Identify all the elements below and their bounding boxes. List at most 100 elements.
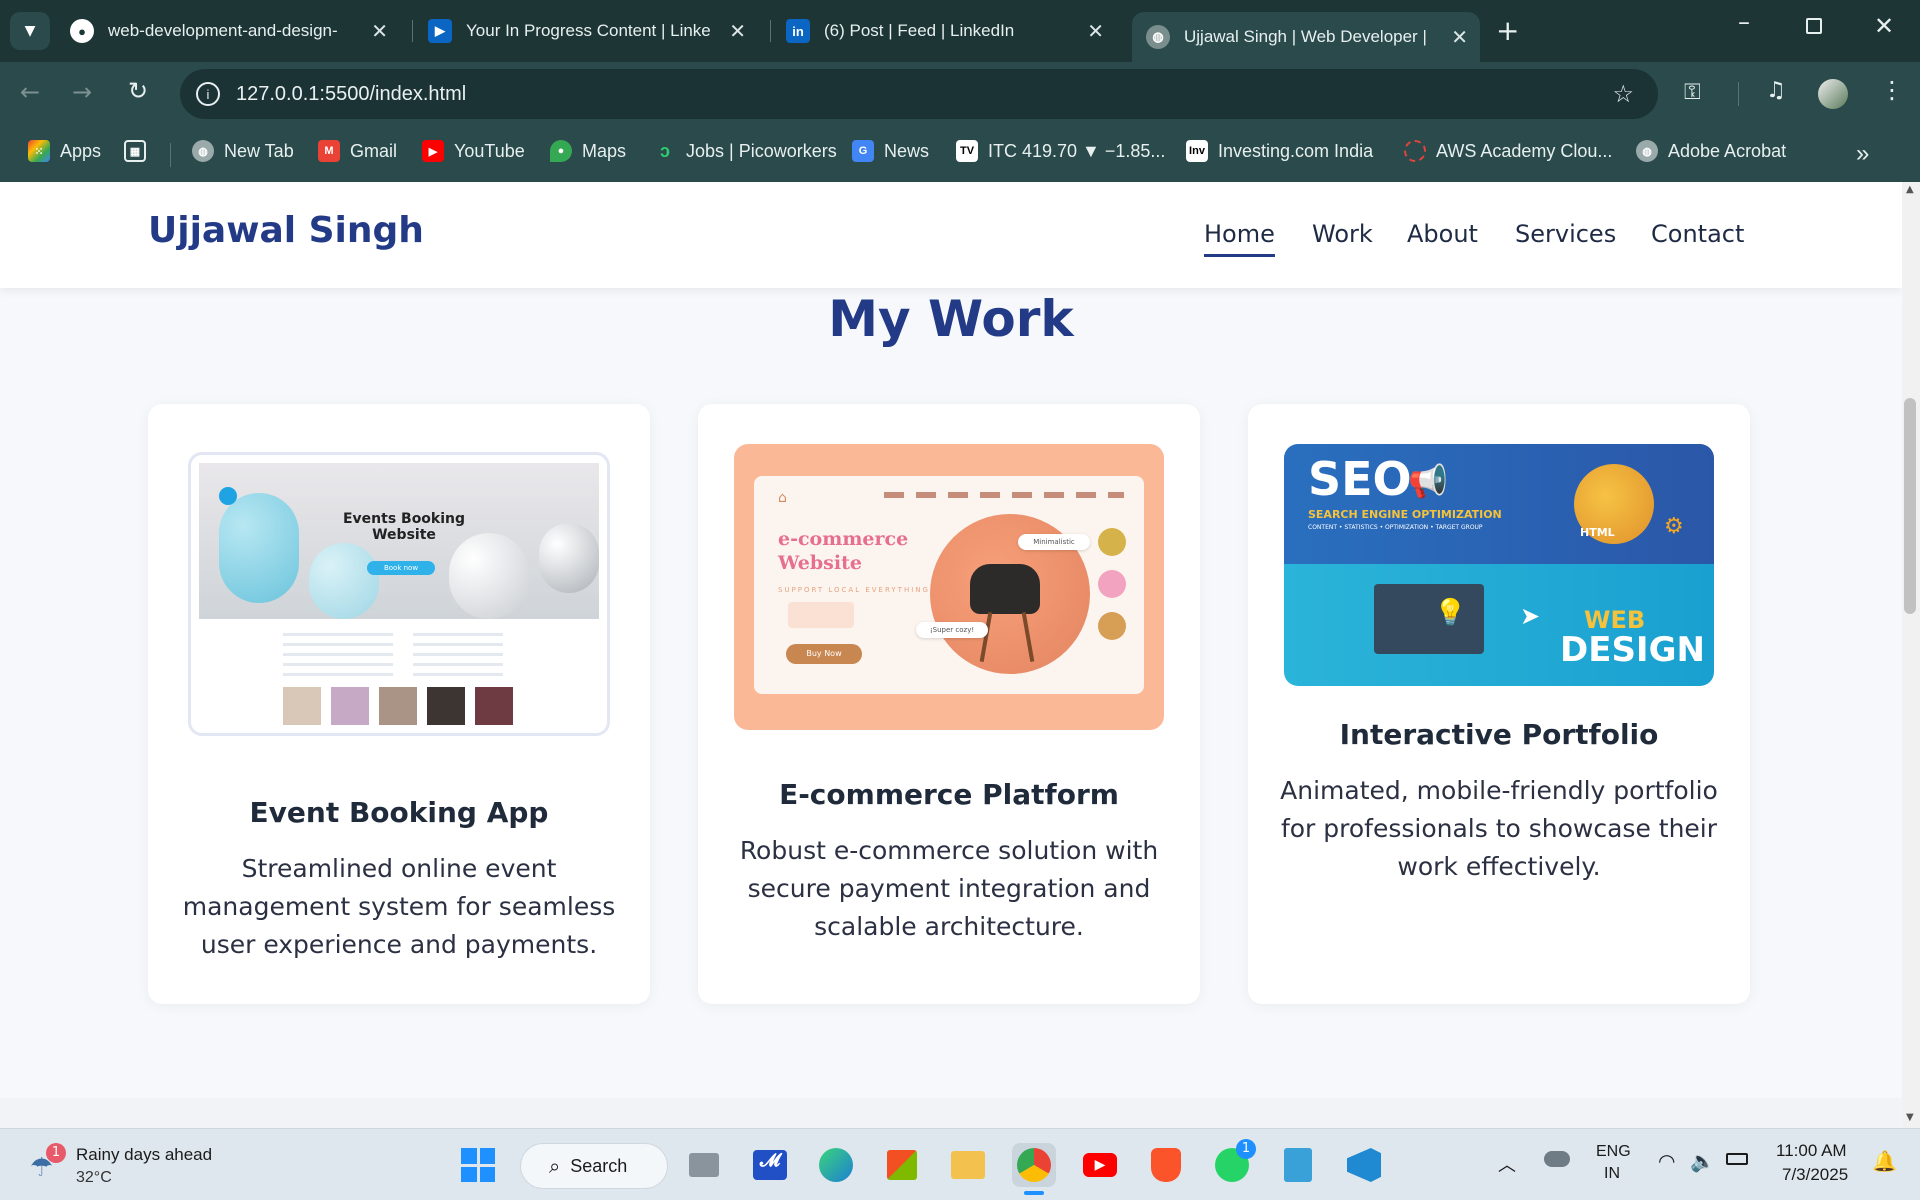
- scroll-up-arrow[interactable]: ▲: [1906, 184, 1914, 195]
- weather-widget[interactable]: ☂ 1 Rainy days ahead 32°C: [24, 1141, 244, 1191]
- onedrive-icon[interactable]: [1544, 1151, 1570, 1167]
- page-viewport: Ujjawal Singh Home Work About Services C…: [0, 182, 1902, 1128]
- app-icon-blue[interactable]: 𝓜: [748, 1143, 792, 1187]
- bookmark-youtube[interactable]: ▶ YouTube: [422, 140, 525, 162]
- notepad-icon[interactable]: [1276, 1143, 1320, 1187]
- bookmark-label: Adobe Acrobat: [1668, 140, 1787, 161]
- reload-button[interactable]: ↻: [128, 77, 148, 105]
- product-swatch: [1098, 570, 1126, 598]
- language-region[interactable]: IN: [1604, 1165, 1620, 1183]
- page-scrollbar[interactable]: ▲ ▼: [1902, 182, 1920, 1128]
- tab-search-button[interactable]: ▼: [10, 12, 50, 50]
- project-card-ecommerce[interactable]: ⌂ e-commerce Website SUPPORT LOCAL EVERY…: [698, 404, 1200, 1004]
- store-icon[interactable]: [880, 1143, 924, 1187]
- bookmark-aws[interactable]: AWS Academy Clou...: [1404, 140, 1612, 162]
- project-description: Animated, mobile-friendly portfolio for …: [1280, 776, 1718, 881]
- nav-work[interactable]: Work: [1312, 220, 1373, 248]
- restore-button[interactable]: [1806, 18, 1822, 34]
- tab-github[interactable]: ● web-development-and-design- ✕: [70, 12, 400, 50]
- profile-avatar[interactable]: [1818, 79, 1848, 109]
- bookmark-label: New Tab: [224, 140, 294, 161]
- close-window-button[interactable]: ✕: [1874, 12, 1894, 40]
- html-label: HTML: [1580, 526, 1615, 539]
- nav-home[interactable]: Home: [1204, 220, 1275, 257]
- language-indicator[interactable]: ENG: [1596, 1143, 1631, 1161]
- notification-bell-icon[interactable]: 🔔: [1872, 1149, 1897, 1173]
- bookmark-apps[interactable]: ⁙ Apps: [28, 140, 101, 162]
- site-info-icon[interactable]: i: [196, 82, 220, 106]
- bookmark-news[interactable]: G News: [852, 140, 929, 162]
- bookmark-maps[interactable]: ● Maps: [550, 140, 626, 162]
- tab-strip: ▼ ● web-development-and-design- ✕ ▶ Your…: [0, 0, 1920, 62]
- tab-title: Ujjawal Singh | Web Developer |: [1184, 27, 1427, 46]
- bookmark-divider: [170, 143, 171, 167]
- start-button[interactable]: [456, 1143, 500, 1187]
- chrome-icon[interactable]: [1012, 1143, 1056, 1187]
- volume-icon[interactable]: 🔈: [1690, 1149, 1715, 1173]
- taskbar-search[interactable]: ⌕ Search: [520, 1143, 668, 1189]
- youtube-icon[interactable]: ▶: [1078, 1143, 1122, 1187]
- clock-date[interactable]: 7/3/2025: [1782, 1165, 1848, 1185]
- section-title: My Work: [828, 290, 1074, 348]
- vscode-icon[interactable]: [1342, 1143, 1386, 1187]
- cursor-icon: ➤: [1520, 602, 1541, 630]
- bookmark-adobe[interactable]: ◍ Adobe Acrobat: [1636, 140, 1786, 162]
- nav-contact[interactable]: Contact: [1651, 220, 1744, 248]
- event-hero-image: Events Booking Website Book now: [199, 463, 599, 619]
- brave-icon[interactable]: [1144, 1143, 1188, 1187]
- nav-about[interactable]: About: [1407, 220, 1478, 248]
- bookmark-picoworkers[interactable]: ↄ Jobs | Picoworkers: [654, 140, 837, 162]
- bookmark-star-icon[interactable]: ☆: [1612, 80, 1634, 109]
- bookmark-label: News: [884, 140, 930, 161]
- wifi-icon[interactable]: ◠: [1658, 1149, 1675, 1173]
- tab-portfolio[interactable]: ◍ Ujjawal Singh | Web Developer | ✕: [1132, 12, 1480, 62]
- minimize-button[interactable]: –: [1738, 8, 1750, 36]
- menu-icon[interactable]: ⋮: [1880, 76, 1904, 104]
- close-icon[interactable]: ✕: [371, 19, 388, 44]
- chevron-up-icon[interactable]: ︿: [1498, 1151, 1516, 1177]
- bookmarks-bar: ⁙ Apps ▦ ◍ New Tab M Gmail ▶ YouTube ● M…: [0, 126, 1920, 182]
- bookmark-gmail[interactable]: M Gmail: [318, 140, 397, 162]
- site-logo[interactable]: Ujjawal Singh: [148, 210, 424, 251]
- password-key-icon[interactable]: ⚿: [1684, 80, 1701, 105]
- project-card-portfolio[interactable]: SEO 📢 SEARCH ENGINE OPTIMIZATION CONTENT…: [1248, 404, 1750, 1004]
- more-bookmarks-icon[interactable]: »: [1856, 140, 1869, 168]
- media-control-icon[interactable]: ♫: [1766, 78, 1786, 103]
- project-title: Event Booking App: [249, 796, 549, 829]
- balloon-cluster: [449, 533, 529, 619]
- tab-linkedin-learning[interactable]: ▶ Your In Progress Content | Linke ✕: [428, 12, 758, 50]
- gallery-photo: [283, 687, 321, 725]
- tab-linkedin-feed[interactable]: in (6) Post | Feed | LinkedIn ✕: [786, 12, 1116, 50]
- scrollbar-thumb[interactable]: [1904, 398, 1916, 614]
- bookmark-label: Maps: [582, 140, 627, 161]
- bookmark-itc[interactable]: TV ITC 419.70 ▼ −1.85...: [956, 140, 1165, 162]
- seo-subheading: SEARCH ENGINE OPTIMIZATION: [1308, 508, 1502, 521]
- close-icon[interactable]: ✕: [729, 19, 746, 44]
- clock-time[interactable]: 11:00 AM: [1776, 1141, 1847, 1161]
- bookmark-investing[interactable]: Inv Investing.com India: [1186, 140, 1373, 162]
- scroll-down-arrow[interactable]: ▼: [1906, 1112, 1914, 1123]
- battery-icon[interactable]: [1726, 1153, 1748, 1165]
- edge-icon[interactable]: [814, 1143, 858, 1187]
- chevron-down-icon: ▼: [24, 23, 36, 39]
- new-tab-button[interactable]: +: [1496, 14, 1519, 47]
- task-view-icon[interactable]: [682, 1143, 726, 1187]
- windows-taskbar: ☂ 1 Rainy days ahead 32°C ⌕ Search 𝓜 ▶ 1…: [0, 1128, 1920, 1200]
- tab-groups-button[interactable]: ▦: [124, 140, 156, 162]
- forward-button[interactable]: →: [72, 78, 92, 106]
- browser-toolbar: ← → ↻ i 127.0.0.1:5500/index.html ☆ ⚿ ♫ …: [0, 62, 1920, 126]
- whatsapp-badge: 1: [1236, 1139, 1256, 1159]
- section-divider: [0, 1098, 1902, 1128]
- bookmark-label: Jobs | Picoworkers: [686, 140, 837, 161]
- project-card-event-booking[interactable]: Events Booking Website Book now Event Bo…: [148, 404, 650, 1004]
- address-bar[interactable]: i 127.0.0.1:5500/index.html ☆: [180, 69, 1658, 119]
- menu-bubble-icon: [219, 487, 237, 505]
- toolbar-divider: [1738, 82, 1739, 106]
- file-explorer-icon[interactable]: [946, 1143, 990, 1187]
- back-button[interactable]: ←: [20, 78, 40, 106]
- bookmark-new-tab[interactable]: ◍ New Tab: [192, 140, 294, 162]
- search-icon: ⌕: [549, 1154, 561, 1178]
- close-icon[interactable]: ✕: [1451, 25, 1468, 50]
- close-icon[interactable]: ✕: [1087, 19, 1104, 44]
- nav-services[interactable]: Services: [1515, 220, 1616, 248]
